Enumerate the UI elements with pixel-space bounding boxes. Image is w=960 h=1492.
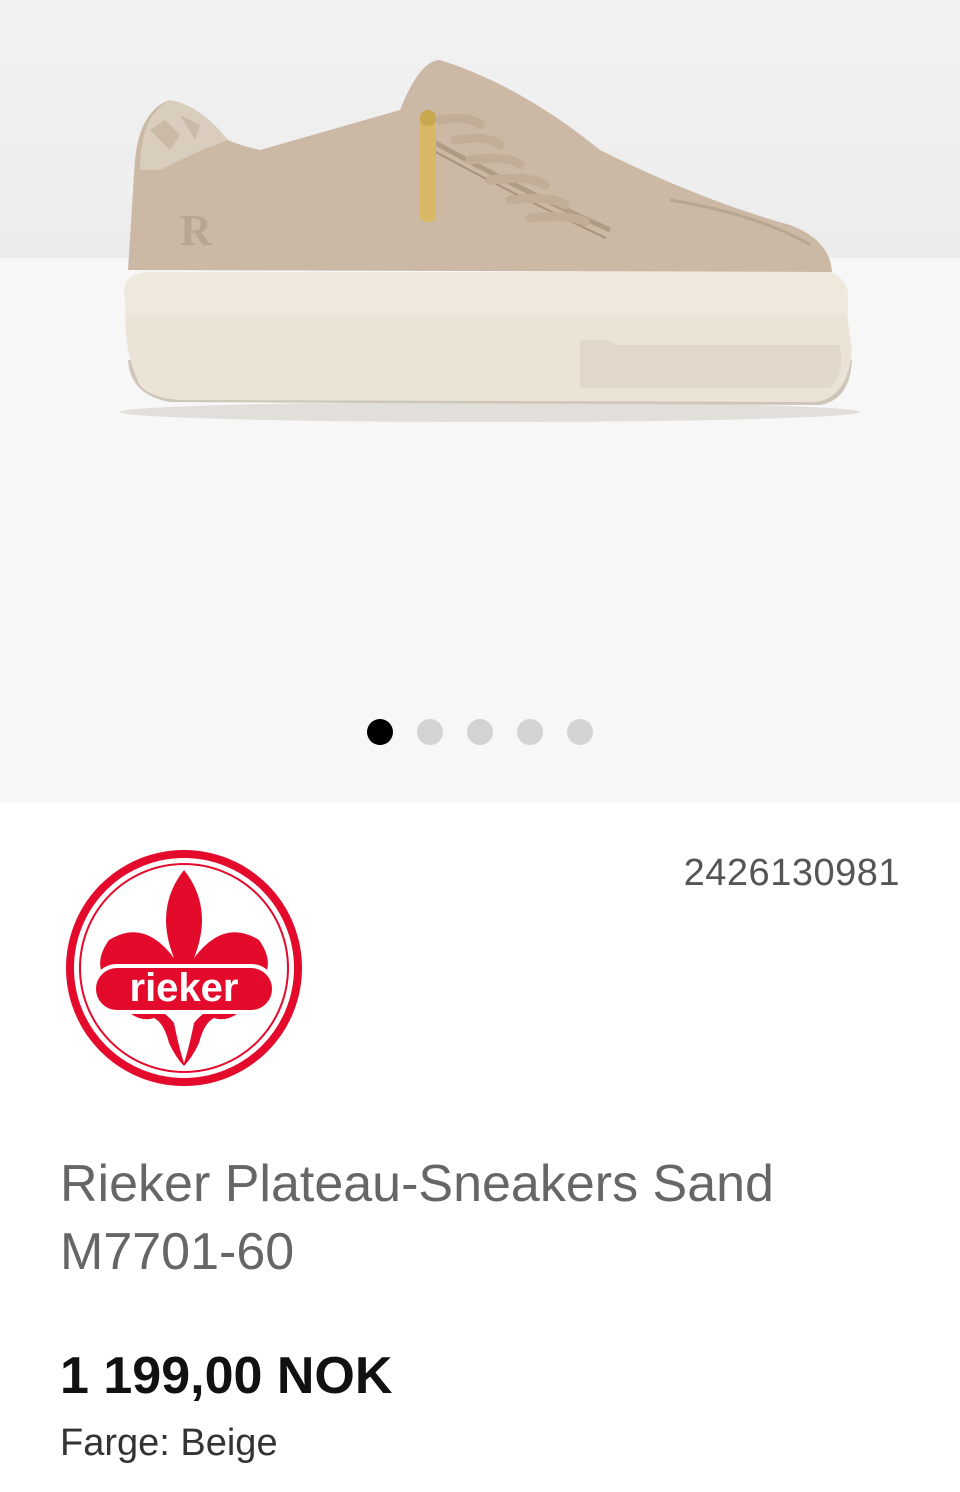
gallery-dot-5[interactable] xyxy=(567,719,593,745)
svg-text:R: R xyxy=(180,206,213,255)
gallery-dot-1[interactable] xyxy=(367,719,393,745)
gallery-dot-2[interactable] xyxy=(417,719,443,745)
product-color: Farge: Beige xyxy=(60,1422,278,1464)
svg-text:rieker: rieker xyxy=(130,966,239,1010)
gallery-dot-4[interactable] xyxy=(517,719,543,745)
gallery-dot-3[interactable] xyxy=(467,719,493,745)
product-gallery[interactable]: R xyxy=(0,0,960,802)
product-price: 1 199,00 NOK xyxy=(60,1347,393,1405)
product-sku: 2426130981 xyxy=(683,852,900,894)
rieker-logo[interactable]: rieker xyxy=(64,848,304,1088)
product-image[interactable]: R xyxy=(0,0,960,520)
product-title: Rieker Plateau-Sneakers Sand M7701-60 xyxy=(60,1155,774,1281)
gallery-pagination xyxy=(0,718,960,746)
